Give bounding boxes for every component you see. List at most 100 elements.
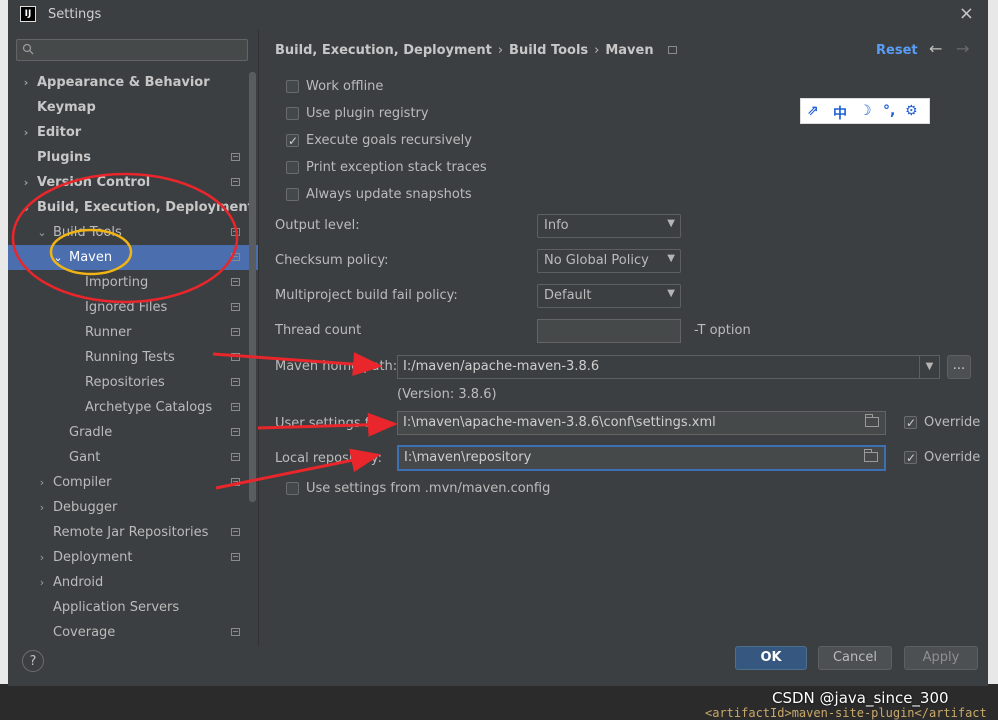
user-settings-input[interactable]: I:\maven\apache-maven-3.8.6\conf\setting…	[397, 411, 886, 435]
chevron-right-icon[interactable]: ›	[20, 170, 32, 195]
checkbox-label: Use plugin registry	[306, 106, 429, 121]
checkbox-box[interactable]: ✓	[904, 416, 917, 430]
sidebar-item-label: Deployment	[53, 550, 133, 565]
sidebar-item-ignored-files[interactable]: Ignored Files	[8, 295, 258, 320]
project-scope-icon	[668, 46, 678, 54]
checkbox-label: Use settings from .mvn/maven.config	[306, 481, 551, 496]
sidebar-item-archetype-catalogs[interactable]: Archetype Catalogs	[8, 395, 258, 420]
thread-count-input[interactable]	[537, 319, 681, 343]
local-repository-label: Local repository:	[275, 451, 382, 466]
dropdown-arrow-icon[interactable]: ▼	[919, 355, 939, 379]
browse-maven-home-button[interactable]: ...	[947, 355, 971, 379]
sidebar-item-keymap[interactable]: Keymap	[8, 95, 258, 120]
sidebar-item-remote-jar-repositories[interactable]: Remote Jar Repositories	[8, 520, 258, 545]
local-repository-input[interactable]: I:\maven\repository	[397, 445, 886, 471]
sidebar-item-gradle[interactable]: Gradle	[8, 420, 258, 445]
chevron-right-icon[interactable]: ›	[36, 470, 48, 495]
input-value: I:\maven\apache-maven-3.8.6\conf\setting…	[403, 415, 716, 430]
checkbox-box[interactable]	[286, 188, 299, 201]
ime-halfwidth-moon-icon[interactable]: ☽	[859, 103, 872, 119]
checkbox-box[interactable]	[286, 80, 299, 93]
forward-arrow-icon[interactable]: →	[956, 39, 969, 58]
sidebar-item-compiler[interactable]: › Compiler	[8, 470, 258, 495]
project-scope-icon	[231, 353, 240, 361]
checkbox-box[interactable]	[286, 161, 299, 174]
project-scope-icon	[231, 153, 240, 161]
project-scope-icon	[231, 378, 240, 386]
project-scope-icon	[231, 403, 240, 411]
sidebar-item-appearance-behavior[interactable]: › Appearance & Behavior	[8, 70, 258, 95]
sidebar-item-plugins[interactable]: Plugins	[8, 145, 258, 170]
dropdown-arrow-icon: ▼	[667, 218, 675, 229]
project-scope-icon	[231, 553, 240, 561]
chevron-right-icon[interactable]: ›	[20, 70, 32, 95]
checkbox-label: Work offline	[306, 79, 384, 94]
sidebar-item-version-control[interactable]: › Version Control	[8, 170, 258, 195]
ime-pen-icon[interactable]: ⇗	[807, 103, 819, 119]
chevron-right-icon[interactable]: ›	[36, 495, 48, 520]
folder-icon[interactable]	[864, 449, 878, 462]
checksum-policy-label: Checksum policy:	[275, 253, 389, 268]
sidebar-item-label: Android	[53, 575, 104, 590]
maven-version-text: (Version: 3.8.6)	[397, 387, 497, 402]
sidebar-item-application-servers[interactable]: Application Servers	[8, 595, 258, 620]
sidebar-item-importing[interactable]: Importing	[8, 270, 258, 295]
ime-toolbar[interactable]: ⇗ 中 ☽ °, ⚙	[800, 98, 930, 124]
apply-button[interactable]: Apply	[904, 646, 978, 670]
multiproject-fail-policy-label: Multiproject build fail policy:	[275, 288, 458, 303]
reset-link[interactable]: Reset	[876, 43, 918, 58]
multiproject-fail-policy-select[interactable]: Default ▼	[537, 284, 681, 308]
sidebar-item-label: Build, Execution, Deployment	[37, 200, 254, 215]
ime-chinese-mode-icon[interactable]: 中	[833, 103, 847, 123]
sidebar-item-maven[interactable]: ⌄ Maven	[8, 245, 258, 270]
maven-settings-panel: Build, Execution, Deployment › Build Tools…	[259, 30, 988, 686]
settings-search-input[interactable]	[16, 39, 248, 61]
sidebar-item-build-tools[interactable]: ⌄ Build Tools	[8, 220, 258, 245]
select-value: Default	[544, 288, 592, 303]
chevron-right-icon[interactable]: ›	[36, 545, 48, 570]
background-editor-code: <artifactId>maven-site-plugin</artifact	[705, 706, 987, 720]
checkbox-box[interactable]: ✓	[904, 451, 917, 465]
sidebar-item-label: Editor	[37, 125, 82, 140]
maven-home-combo[interactable]: I:/maven/apache-maven-3.8.6 ▼	[397, 355, 940, 379]
ok-button[interactable]: OK	[735, 646, 807, 670]
checkbox-label: Override	[924, 450, 981, 465]
ime-punctuation-icon[interactable]: °,	[883, 103, 895, 119]
close-icon[interactable]: ×	[959, 4, 974, 24]
help-button[interactable]: ?	[22, 650, 44, 672]
back-arrow-icon[interactable]: ←	[929, 39, 942, 58]
sidebar-item-label: Ignored Files	[85, 300, 168, 315]
sidebar-item-label: Gradle	[69, 425, 113, 440]
sidebar-scrollbar[interactable]	[249, 72, 256, 502]
sidebar-item-android[interactable]: › Android	[8, 570, 258, 595]
dropdown-arrow-icon: ▼	[667, 253, 675, 264]
intellij-app-icon: IJ	[20, 6, 36, 22]
sidebar-item-deployment[interactable]: › Deployment	[8, 545, 258, 570]
sidebar-item-build-execution-deployment[interactable]: ⌄ Build, Execution, Deployment	[8, 195, 258, 220]
chevron-right-icon[interactable]: ›	[36, 570, 48, 595]
checksum-policy-select[interactable]: No Global Policy ▼	[537, 249, 681, 273]
sidebar-item-runner[interactable]: Runner	[8, 320, 258, 345]
sidebar-item-repositories[interactable]: Repositories	[8, 370, 258, 395]
project-scope-icon	[231, 528, 240, 536]
checkbox-box[interactable]	[286, 107, 299, 120]
project-scope-icon	[231, 303, 240, 311]
breadcrumb-separator: ›	[497, 43, 504, 58]
checkbox-box[interactable]: ✓	[286, 134, 299, 148]
chevron-right-icon[interactable]: ›	[20, 120, 32, 145]
sidebar-item-gant[interactable]: Gant	[8, 445, 258, 470]
output-level-select[interactable]: Info ▼	[537, 214, 681, 238]
ime-settings-gear-icon[interactable]: ⚙	[905, 103, 918, 119]
chevron-down-icon[interactable]: ⌄	[52, 245, 64, 270]
chevron-down-icon[interactable]: ⌄	[36, 220, 48, 245]
folder-icon[interactable]	[865, 414, 879, 427]
cancel-button[interactable]: Cancel	[818, 646, 892, 670]
sidebar-item-debugger[interactable]: › Debugger	[8, 495, 258, 520]
chevron-down-icon[interactable]: ⌄	[20, 195, 32, 220]
sidebar-item-coverage[interactable]: Coverage	[8, 620, 258, 645]
sidebar-item-running-tests[interactable]: Running Tests	[8, 345, 258, 370]
checkbox-box[interactable]	[286, 482, 299, 495]
project-scope-icon	[231, 428, 240, 436]
checkmark-icon: ✓	[906, 416, 917, 430]
sidebar-item-editor[interactable]: › Editor	[8, 120, 258, 145]
